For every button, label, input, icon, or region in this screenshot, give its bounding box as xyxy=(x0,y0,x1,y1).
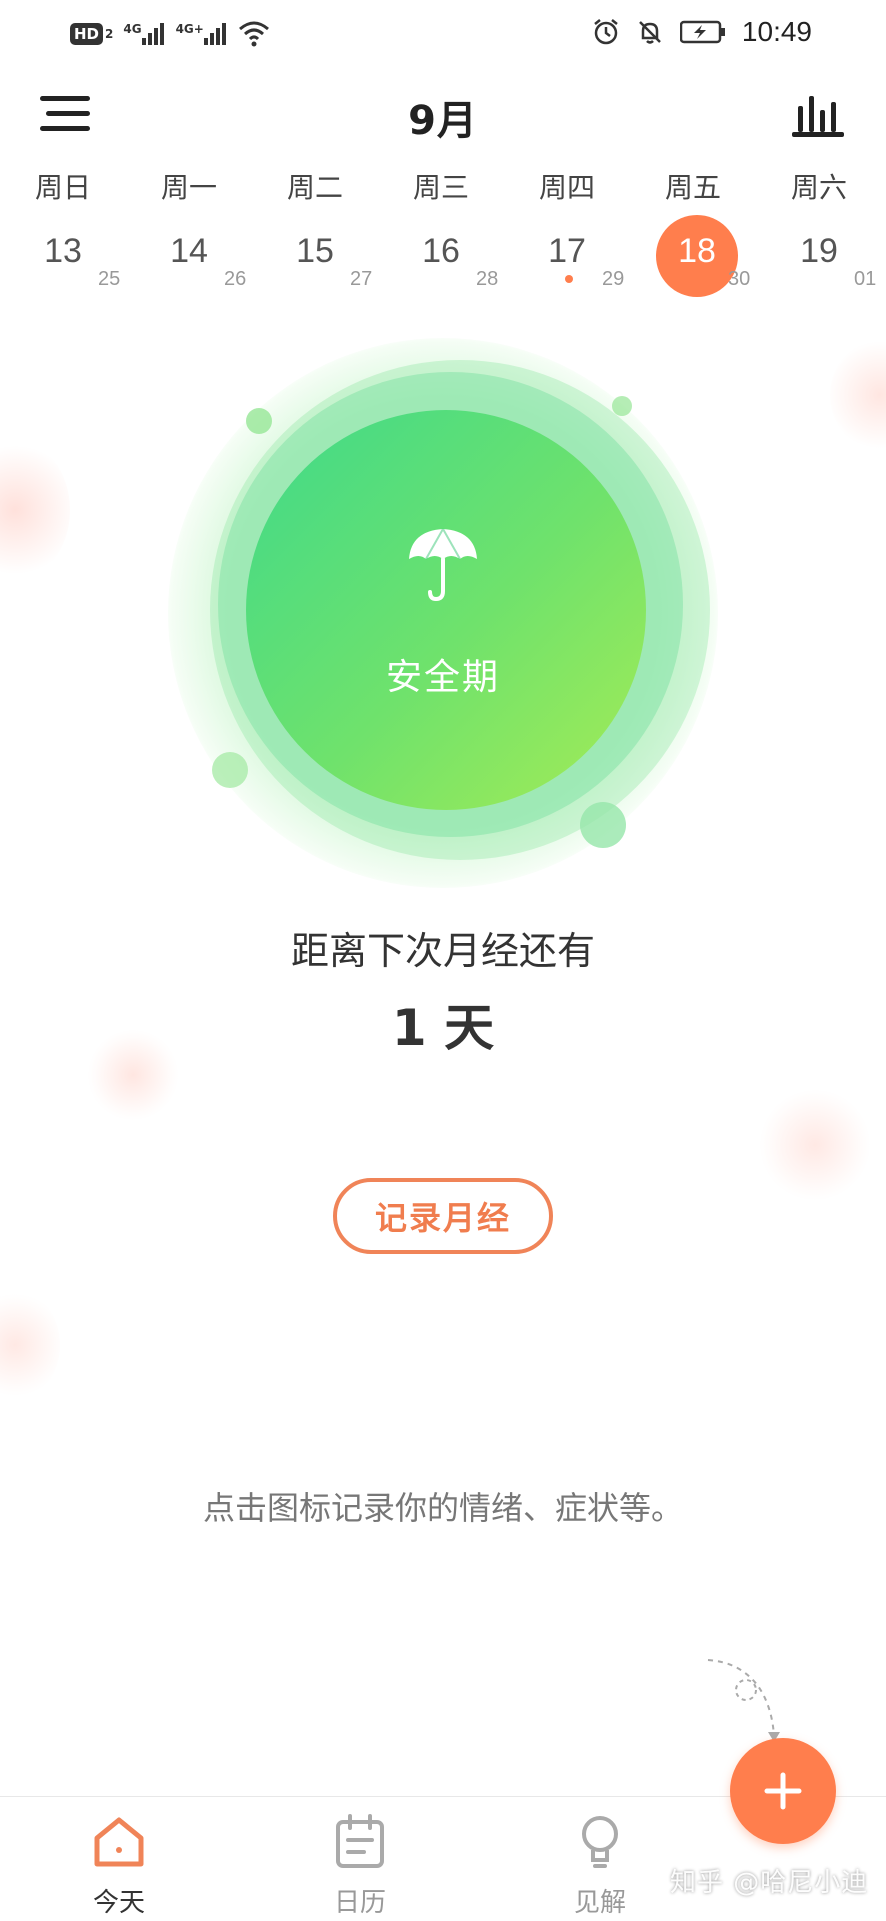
cycle-status-circle[interactable] xyxy=(246,410,646,810)
day-date-18-selected[interactable]: 18 xyxy=(657,232,737,271)
wifi-icon xyxy=(238,21,269,47)
status-bar: HD 2 4G 4G+ 10:49 xyxy=(0,0,886,66)
countdown-value: 1 天 xyxy=(391,999,495,1057)
hd-sub: 2 xyxy=(105,27,114,41)
weekday-label: 周一 xyxy=(160,171,217,204)
weekday-label: 周六 xyxy=(790,171,847,204)
status-time: 10:49 xyxy=(741,16,812,47)
status-right: 10:49 xyxy=(592,12,812,52)
decor-bubble xyxy=(212,752,248,788)
decor-blob xyxy=(0,440,70,580)
menu-button[interactable] xyxy=(40,92,92,136)
record-period-button[interactable]: 记录月经 xyxy=(333,1178,553,1254)
weekday-label: 周五 xyxy=(664,171,721,204)
decor-bubble xyxy=(612,396,632,416)
dashed-arrow-icon xyxy=(707,1659,780,1742)
record-marker-dot xyxy=(565,275,573,283)
decor-bubble xyxy=(246,408,272,434)
nav-label: 日历 xyxy=(333,1888,386,1918)
cycle-day-number: 27 xyxy=(350,268,373,290)
bar-chart-icon xyxy=(792,96,844,137)
day-date-17[interactable]: 17 xyxy=(527,232,607,271)
watermark: 知乎 @哈尼小迪 xyxy=(670,1868,869,1898)
cycle-day-number: 26 xyxy=(224,268,247,290)
weekday-label: 周二 xyxy=(286,171,343,204)
day-date-13[interactable]: 13 xyxy=(23,232,103,271)
battery-charging-icon xyxy=(679,20,725,44)
umbrella-icon xyxy=(409,528,477,602)
add-record-button[interactable] xyxy=(730,1738,836,1844)
hd-badge: HD xyxy=(70,23,104,45)
nav-tab-insights[interactable]: 见解 xyxy=(540,1806,660,1918)
day-date-14[interactable]: 14 xyxy=(149,232,229,271)
signal-icon: 4G+ xyxy=(175,22,228,45)
decor-blob xyxy=(760,1090,870,1200)
cycle-day-number: 25 xyxy=(98,268,121,290)
nav-label: 今天 xyxy=(92,1888,145,1918)
decor-blob xyxy=(830,340,886,450)
cycle-phase-label: 安全期 xyxy=(385,657,500,698)
network-type-label: 4G xyxy=(123,22,142,36)
nav-label: 见解 xyxy=(573,1888,626,1918)
decor-blob xyxy=(88,1030,178,1120)
decor-blob xyxy=(0,1290,60,1400)
day-date-15[interactable]: 15 xyxy=(275,232,355,271)
weekday-label: 周日 xyxy=(34,171,91,204)
cycle-day-number: 29 xyxy=(602,268,625,290)
stats-button[interactable] xyxy=(790,92,846,138)
weekday-label: 周三 xyxy=(412,171,469,204)
day-date-19[interactable]: 19 xyxy=(779,232,859,271)
alarm-icon xyxy=(594,19,618,45)
lightbulb-icon xyxy=(582,1816,618,1868)
nav-tab-calendar[interactable]: 日历 xyxy=(300,1806,420,1918)
countdown-label: 距离下次月经还有 xyxy=(290,929,595,973)
network-type-label: 4G+ xyxy=(175,22,204,36)
nav-tab-today[interactable]: 今天 xyxy=(59,1806,179,1918)
calendar-icon xyxy=(336,1814,384,1868)
signal-icon: 4G xyxy=(123,22,165,45)
bell-off-icon xyxy=(639,21,661,44)
month-title: 9月 xyxy=(408,98,478,144)
weekday-label: 周四 xyxy=(538,171,595,204)
decor-bubble xyxy=(580,802,626,848)
cycle-day-number: 01 xyxy=(854,268,877,290)
plus-icon xyxy=(764,1772,802,1810)
status-left: HD 2 4G 4G+ xyxy=(70,14,270,54)
cycle-day-number: 28 xyxy=(476,268,499,290)
home-icon xyxy=(94,1817,144,1867)
cycle-day-number: 30 xyxy=(728,268,751,290)
hint-text: 点击图标记录你的情绪、症状等。 xyxy=(203,1489,684,1527)
menu-icon xyxy=(40,96,90,131)
day-date-16[interactable]: 16 xyxy=(401,232,481,271)
